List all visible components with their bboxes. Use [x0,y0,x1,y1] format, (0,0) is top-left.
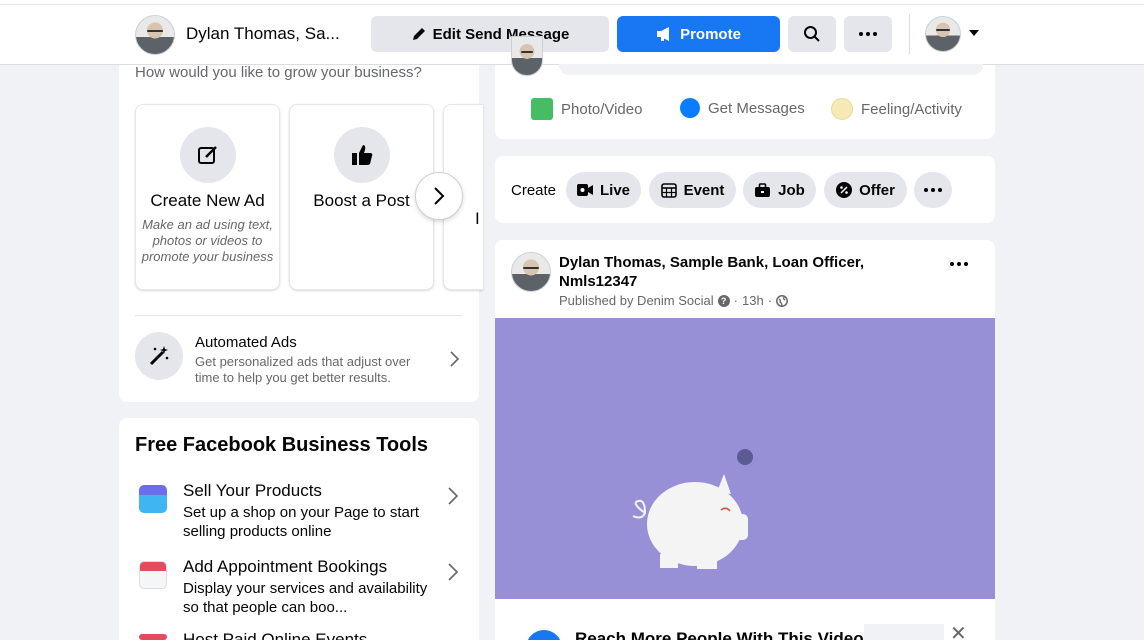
photo-video-label: Photo/Video [561,100,643,118]
composer-input[interactable] [559,64,983,75]
globe-icon [776,294,788,307]
more-options-button[interactable] [844,16,892,52]
post-author-name[interactable]: Dylan Thomas, Sample Bank, Loan Officer,… [559,253,879,291]
top-bar: Dylan Thomas, Sa... Edit Send Message Pr… [0,0,1144,65]
post-more-icon[interactable] [950,262,968,266]
chevron-right-icon[interactable] [448,487,458,505]
event-calendar-icon [660,183,677,198]
chevron-down-icon[interactable] [969,30,979,36]
post-time[interactable]: 13h [742,293,764,308]
chevron-right-icon [434,187,445,205]
business-tools-title: Free Facebook Business Tools [135,434,429,456]
job-label: Job [778,181,805,199]
close-icon[interactable]: ✕ [950,624,967,640]
edit-send-message-button[interactable]: Edit Send Message [371,16,609,52]
boost-post-tile[interactable]: Boost a Post [289,104,434,290]
messenger-icon [680,98,700,118]
chevron-right-icon[interactable] [450,351,459,367]
calendar-icon [139,561,167,589]
chevron-right-icon[interactable] [448,563,458,581]
create-more-button[interactable] [914,172,952,208]
carousel-next-button[interactable] [415,172,463,220]
help-icon[interactable]: ? [717,294,730,307]
search-icon [804,26,820,42]
promo-icon [526,630,562,640]
profile-avatar[interactable] [925,16,961,52]
compose-icon [179,127,236,183]
meta-separator: · [767,293,773,308]
tile-description: Make an ad using text, photos or videos … [141,217,274,264]
tile-title: Create New Ad [150,191,265,210]
get-messages-action[interactable]: Get Messages [680,98,805,118]
top-divider [0,4,1144,5]
page-avatar[interactable] [135,15,175,55]
grow-business-question: How would you like to grow your business… [135,64,422,81]
thumbs-up-icon [333,127,390,183]
sell-products-title[interactable]: Sell Your Products [183,481,322,501]
paid-events-title[interactable]: Host Paid Online Events [183,630,367,640]
section-divider [135,315,462,316]
job-icon [755,182,771,197]
toolbar-divider [909,14,910,54]
pencil-icon [412,28,425,40]
event-label: Event [683,181,725,199]
search-button[interactable] [788,16,836,52]
feeling-icon [831,98,853,120]
more-icon [859,32,877,36]
appointment-bookings-title[interactable]: Add Appointment Bookings [183,557,387,577]
tile-title: Boost a Post [313,191,410,210]
promo-button-partial[interactable] [864,624,944,640]
event-icon [139,634,167,640]
sell-products-description: Set up a shop on your Page to start sell… [183,504,419,540]
create-label: Create [511,182,557,199]
post-video[interactable] [495,318,995,599]
feeling-activity-action[interactable]: Feeling/Activity [831,98,962,120]
piggy-bank-illustration [632,449,753,569]
shop-icon [139,485,167,513]
edit-send-message-label: Edit Send Message [432,25,570,43]
magic-wand-icon [135,332,183,380]
job-chip[interactable]: Job [743,172,816,208]
published-by[interactable]: Published by Denim Social [559,293,714,308]
megaphone-icon [657,27,670,41]
offer-icon [836,182,853,198]
appointment-bookings-description: Display your services and availability s… [183,580,428,616]
create-new-ad-tile[interactable]: Create New Ad Make an ad using text, pho… [135,104,280,290]
more-icon [924,188,942,192]
promo-title: Reach More People With This Video [575,629,864,640]
automated-ads-title[interactable]: Automated Ads [195,334,297,351]
offer-chip[interactable]: Offer [824,172,907,208]
photo-video-icon [531,98,553,120]
post-author-avatar[interactable] [511,252,551,292]
meta-separator: · [733,293,738,308]
page-name[interactable]: Dylan Thomas, Sa... [186,24,340,44]
photo-video-action[interactable]: Photo/Video [531,98,642,120]
get-messages-label: Get Messages [708,99,805,117]
automated-ads-description: Get personalized ads that adjust over ti… [195,354,411,385]
event-chip[interactable]: Event [649,172,736,208]
promote-button[interactable]: Promote [617,16,780,52]
live-label: Live [599,181,630,199]
feeling-activity-label: Feeling/Activity [861,100,962,118]
post-meta: Published by Denim Social ? · 13h · [559,293,788,308]
live-chip[interactable]: Live [566,172,641,208]
offer-label: Offer [859,181,895,199]
composer-avatar [511,36,543,76]
promote-label: Promote [680,25,741,43]
live-icon [576,184,593,196]
